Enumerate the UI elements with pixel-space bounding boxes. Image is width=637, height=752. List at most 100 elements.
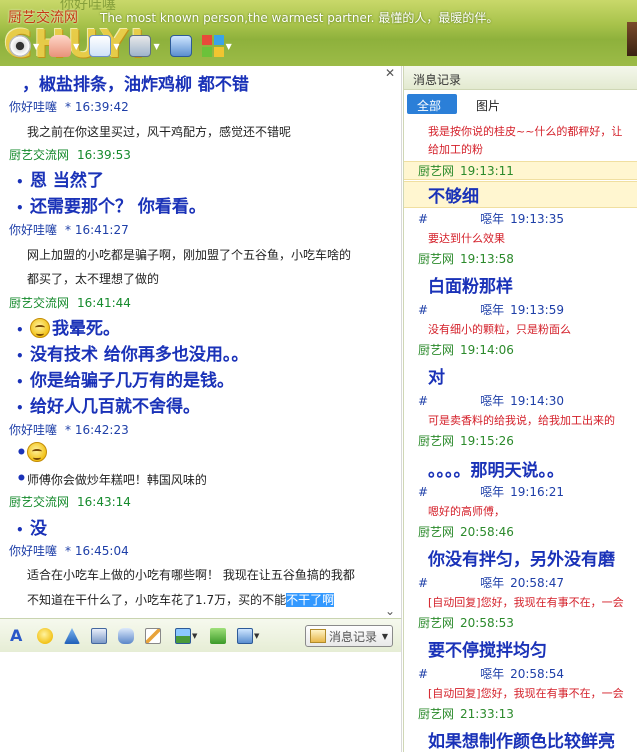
history-line: 可是卖香料的给我说，给我加工出来的 [404,412,637,428]
sender-name[interactable]: 厨艺交流网 [9,495,69,509]
sender-name[interactable]: 厨艺交流网 [9,148,69,162]
message-text: 可是卖香料的给我说，给我加工出来的 [428,414,615,427]
sender-name[interactable]: 厨艺网 [418,434,454,448]
sender-name[interactable]: 厨艺交流网 [9,296,69,310]
sender-name[interactable]: 你好哇噻 [9,100,57,114]
chat-line: •师傅你会做炒年糕吧！韩国风味的 [16,469,401,489]
sender-name[interactable]: 厨艺网 [418,252,454,266]
history-line: 厨艺网 19:13:11 [404,161,637,180]
chevron-down-icon[interactable]: ▼ [73,42,79,51]
tab-images[interactable]: 图片 [466,94,510,114]
video-icon [91,628,107,644]
sender-name[interactable]: 你好哇噻 [9,223,57,237]
sender-name[interactable]: 噁年 [480,303,504,317]
send-file-button[interactable]: ▼ [86,33,122,59]
message-text: 如果想制作颜色比较鲜亮 [428,732,615,752]
bullet-icon: • [16,375,24,389]
chat-line: ，椒盐排条，油炸鸡柳 都不错 [22,70,401,95]
sender-name[interactable]: 你好哇噻 [9,544,57,558]
send-image-button[interactable]: ▼ [175,627,197,645]
remote-desktop-icon [129,35,152,57]
message-text: 我之前在你这里买过，风干鸡配方，感觉还不错呢 [27,125,292,139]
pen-icon [145,628,161,644]
history-line: 没有细小的颗粒，只是粉面么 [404,321,637,337]
chevron-down-icon[interactable]: ▼ [153,42,159,51]
gift-button[interactable] [210,627,226,645]
sender-name[interactable]: 厨艺网 [418,616,454,630]
screenshot-icon [237,628,253,644]
scroll-down-icon[interactable]: ⌄ [385,604,395,618]
sender-name[interactable]: 噁年 [480,667,504,681]
sender-name[interactable]: 噁年 [480,394,504,408]
chat-line: 网上加盟的小吃都是骗子啊，刚加盟了个五谷鱼，小吃车啥的 [27,246,401,263]
video-message-button[interactable] [91,627,107,645]
message-text: 。。。。那明天说。。 [428,461,564,481]
message-text: ，椒盐排条，油炸鸡柳 都不错 [22,75,249,95]
sender-name[interactable]: 厨艺网 [418,164,454,178]
avatar[interactable] [627,22,637,56]
sender-hash: # [418,394,429,408]
video-call-button[interactable]: ▼ [6,33,42,59]
voice-call-button[interactable]: ▼ [46,33,82,59]
sender-hash: # [418,485,429,499]
bullet-icon: • [16,175,24,189]
sender-name[interactable]: 噁年 [480,212,504,226]
chevron-down-icon[interactable]: ▼ [254,632,259,640]
message-text: 我是按你说的桂皮~~什么的都秤好，让 [428,125,623,138]
share-screen-button[interactable] [167,33,195,59]
chat-line: 不知道在干什么了，小吃车花了1.7万，买的不能不干了啊 [27,591,401,608]
font-button[interactable]: A [10,627,26,645]
chevron-down-icon[interactable]: ▼ [33,42,39,51]
remote-assist-button[interactable]: ▼ [126,33,162,59]
sender-name[interactable]: 噁年 [480,485,504,499]
message-text: 没有技术 给你再多也没用。。 [30,345,249,365]
font-icon: A [10,626,23,645]
history-line: 厨艺网 19:14:06 [404,341,637,358]
microphone-icon [49,35,72,57]
history-icon [310,629,326,643]
sender-name[interactable]: 厨艺网 [418,707,454,721]
voice-message-button[interactable] [118,627,134,645]
sender-name[interactable]: 厨艺网 [418,525,454,539]
tab-all[interactable]: 全部 [407,94,457,114]
bullet-icon: • [16,323,24,337]
chat-message-area[interactable]: ✕ ，椒盐排条，油炸鸡柳 都不错 你好哇噻 * 16:39:42 我之前在你这里买过，… [0,66,402,618]
shake-button[interactable] [64,627,80,645]
sender-name[interactable]: 你好哇噻 [9,423,57,437]
sender-name[interactable]: 噁年 [480,576,504,590]
history-line: 厨艺网 21:33:13 [404,705,637,722]
message-time: 20:58:46 [460,525,514,539]
chevron-down-icon[interactable]: ▼ [226,42,232,51]
message-input[interactable] [0,652,402,752]
selected-text[interactable]: 不干了啊 [286,593,335,607]
chevron-down-icon[interactable]: ▼ [382,632,388,641]
message-text: 要达到什么效果 [428,232,505,245]
chat-line: • 我晕死。 [16,314,401,339]
chevron-down-icon[interactable]: ▼ [113,42,119,51]
title-banner: 你好哇噻 CHUYI 厨艺交流网 The most known person,t… [0,0,637,66]
apps-button[interactable]: ▼ [199,33,235,59]
file-icon [89,35,112,57]
chat-line: • 给好人几百就不舍得。 [16,392,401,417]
message-text: 没有细小的颗粒，只是粉面么 [428,323,571,336]
sender-name[interactable]: 厨艺网 [418,343,454,357]
history-line: 对 [404,363,637,388]
emoji-button[interactable] [37,627,53,645]
history-line: 厨艺网 20:58:53 [404,614,637,631]
handwriting-button[interactable] [145,627,161,645]
screenshot-button[interactable]: ▼ [237,627,259,645]
bullet-icon: • [16,523,24,537]
sender-star: * [65,100,75,114]
chat-line: 厨艺交流网 16:41:44 [9,294,399,311]
history-line: # 噁年 19:14:30 [404,392,637,409]
message-text: 我晕死。 [52,319,120,339]
message-text: [自动回复]您好，我现在有事不在，一会 [428,596,624,609]
message-text: 网上加盟的小吃都是骗子啊，刚加盟了个五谷鱼，小吃车啥的 [27,248,352,262]
message-text: [自动回复]您好，我现在有事不在，一会 [428,687,624,700]
chevron-down-icon[interactable]: ▼ [192,632,197,640]
chat-line: 你好哇噻 * 16:41:27 [9,221,399,238]
message-time: 16:41:44 [77,296,131,310]
chat-line: 你好哇噻 * 16:42:23 [9,421,399,438]
message-history-button[interactable]: 消息记录 ▼ [305,625,393,647]
screen-share-icon [169,35,192,57]
